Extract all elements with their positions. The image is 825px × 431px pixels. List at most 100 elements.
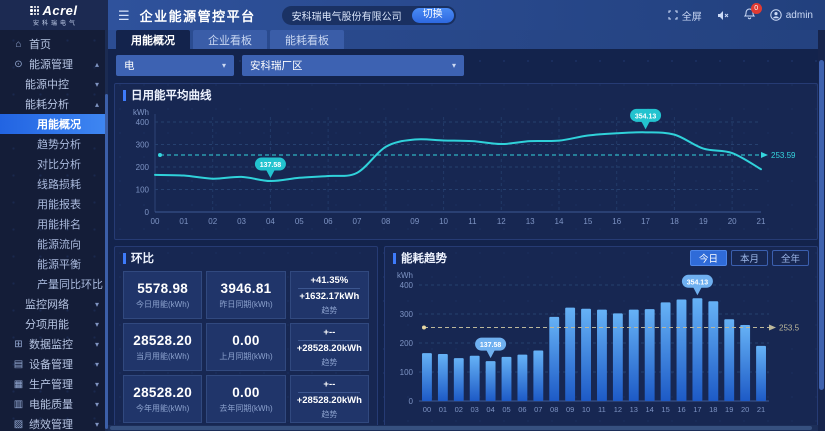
tab-企业看板[interactable]: 企业看板 — [193, 30, 267, 49]
sidebar-item-能源流向[interactable]: 能源流向 — [0, 234, 108, 254]
svg-text:10: 10 — [582, 405, 590, 414]
mute-button[interactable] — [717, 10, 729, 21]
chevron-down-icon: ▾ — [95, 320, 99, 329]
svg-text:354.13: 354.13 — [687, 279, 709, 286]
svg-text:18: 18 — [670, 217, 679, 226]
svg-text:13: 13 — [630, 405, 638, 414]
vertical-scrollbar[interactable] — [818, 30, 825, 431]
range-button-今日[interactable]: 今日 — [690, 250, 727, 266]
sidebar-item-用能报表[interactable]: 用能报表 — [0, 194, 108, 214]
stat-card: 0.00上月同期(kWh) — [206, 323, 285, 371]
user-menu[interactable]: admin — [770, 9, 813, 21]
chevron-down-icon: ▾ — [95, 340, 99, 349]
svg-text:300: 300 — [136, 141, 150, 150]
svg-text:21: 21 — [757, 405, 765, 414]
svg-text:09: 09 — [410, 217, 419, 226]
area-select[interactable]: 安科瑞厂区▾ — [242, 55, 464, 76]
horizontal-scrollbar[interactable] — [108, 425, 818, 431]
svg-text:19: 19 — [699, 217, 708, 226]
sidebar-item-线路损耗[interactable]: 线路损耗 — [0, 174, 108, 194]
fullscreen-label: 全屏 — [682, 8, 702, 23]
svg-text:12: 12 — [614, 405, 622, 414]
sidebar-item-监控网络[interactable]: 监控网络▾ — [0, 294, 108, 314]
svg-text:04: 04 — [486, 405, 494, 414]
sidebar-item-设备管理[interactable]: ▤设备管理▾ — [0, 354, 108, 374]
sidebar-item-对比分析[interactable]: 对比分析 — [0, 154, 108, 174]
sidebar-item-能源管理[interactable]: ⊙能源管理▴ — [0, 54, 108, 74]
sidebar-item-label: 用能排名 — [37, 216, 81, 232]
sidebar-item-趋势分析[interactable]: 趋势分析 — [0, 134, 108, 154]
sidebar-item-能耗分析[interactable]: 能耗分析▴ — [0, 94, 108, 114]
svg-text:253.59: 253.59 — [771, 151, 796, 160]
sidebar-item-生产管理[interactable]: ▦生产管理▾ — [0, 374, 108, 394]
brand-name: Acrel — [42, 3, 77, 18]
company-selector: 安科瑞电气股份有限公司 切换 — [282, 6, 456, 25]
divider — [298, 288, 360, 289]
svg-text:03: 03 — [471, 405, 479, 414]
sidebar-item-用能排名[interactable]: 用能排名 — [0, 214, 108, 234]
trend-card: +41.35%+1632.17kWh趋势 — [290, 271, 369, 319]
stat-label: 今年用能(kWh) — [136, 403, 189, 414]
chevron-down-icon: ▾ — [95, 400, 99, 409]
fullscreen-button[interactable]: 全屏 — [668, 8, 702, 23]
energy-type-select[interactable]: 电▾ — [116, 55, 234, 76]
svg-text:137.58: 137.58 — [480, 342, 502, 349]
svg-text:16: 16 — [677, 405, 685, 414]
sidebar-item-首页[interactable]: ⌂首页 — [0, 34, 108, 54]
sidebar-item-电能质量[interactable]: ▥电能质量▾ — [0, 394, 108, 414]
switch-company-button[interactable]: 切换 — [412, 8, 454, 23]
svg-text:14: 14 — [646, 405, 654, 414]
sidebar-item-绩效管理[interactable]: ▨绩效管理▾ — [0, 414, 108, 431]
svg-text:0: 0 — [409, 397, 414, 406]
tab-能耗看板[interactable]: 能耗看板 — [270, 30, 344, 49]
svg-text:01: 01 — [439, 405, 447, 414]
svg-text:15: 15 — [661, 405, 669, 414]
stat-label: 去年同期(kWh) — [219, 403, 272, 414]
title-accent — [123, 90, 126, 101]
stat-value: 3946.81 — [221, 281, 272, 296]
svg-text:18: 18 — [709, 405, 717, 414]
speaker-muted-icon — [717, 10, 729, 21]
sidebar-item-用能概况[interactable]: 用能概况 — [0, 114, 108, 134]
trend-label: 趋势 — [321, 357, 337, 368]
trend-card: +--+28528.20kWh趋势 — [290, 375, 369, 423]
range-button-全年[interactable]: 全年 — [772, 250, 809, 266]
svg-text:07: 07 — [534, 405, 542, 414]
stat-value: 0.00 — [232, 333, 259, 348]
sidebar-item-数据监控[interactable]: ⊞数据监控▾ — [0, 334, 108, 354]
notifications-button[interactable]: 0 — [744, 8, 755, 23]
menu-toggle-icon[interactable]: ☰ — [118, 9, 130, 22]
svg-text:16: 16 — [612, 217, 621, 226]
sidebar-item-label: 产量同比环比 — [37, 276, 103, 292]
chevron-down-icon: ▾ — [95, 360, 99, 369]
app-title: 企业能源管控平台 — [140, 6, 256, 25]
trend-percent: +-- — [323, 327, 335, 338]
tab-用能概况[interactable]: 用能概况 — [116, 30, 190, 49]
trend-delta: +28528.20kWh — [297, 343, 362, 354]
sidebar-item-label: 数据监控 — [29, 336, 73, 352]
stat-card: 28528.20 当月用能(kWh) — [123, 323, 202, 371]
tab-bar: 用能概况企业看板能耗看板 — [108, 30, 825, 49]
sidebar-item-分项用能[interactable]: 分项用能 ▾ — [0, 314, 108, 334]
svg-text:04: 04 — [266, 217, 275, 226]
stat-value: 28528.20 — [133, 333, 192, 348]
main-area: ☰ 企业能源管控平台 安科瑞电气股份有限公司 切换 全屏 0 — [108, 0, 825, 431]
stat-label: 当月用能(kWh) — [136, 351, 189, 362]
sidebar-item-能源平衡[interactable]: 能源平衡 — [0, 254, 108, 274]
range-button-本月[interactable]: 本月 — [731, 250, 768, 266]
acrel-logo-icon — [30, 6, 39, 15]
trend-bar-chart[interactable]: 0100200300400kWh000102030405060708091011… — [385, 269, 815, 419]
select-value: 安科瑞厂区 — [250, 58, 303, 73]
svg-text:253.5: 253.5 — [779, 323, 800, 332]
sidebar-item-label: 分项用能 — [25, 316, 69, 332]
svg-text:17: 17 — [693, 405, 701, 414]
title-accent — [123, 253, 126, 264]
performance-management-icon: ▨ — [13, 419, 24, 430]
sidebar-item-label: 能源中控 — [25, 76, 69, 92]
sidebar-item-label: 绩效管理 — [29, 416, 73, 431]
sidebar-item-产量同比环比[interactable]: 产量同比环比 — [0, 274, 108, 294]
daily-curve-chart[interactable]: 0100200300400kWh000102030405060708091011… — [115, 106, 815, 238]
trend-label: 趋势 — [321, 305, 337, 316]
svg-text:354.13: 354.13 — [635, 113, 657, 120]
sidebar-item-能源中控[interactable]: 能源中控▾ — [0, 74, 108, 94]
